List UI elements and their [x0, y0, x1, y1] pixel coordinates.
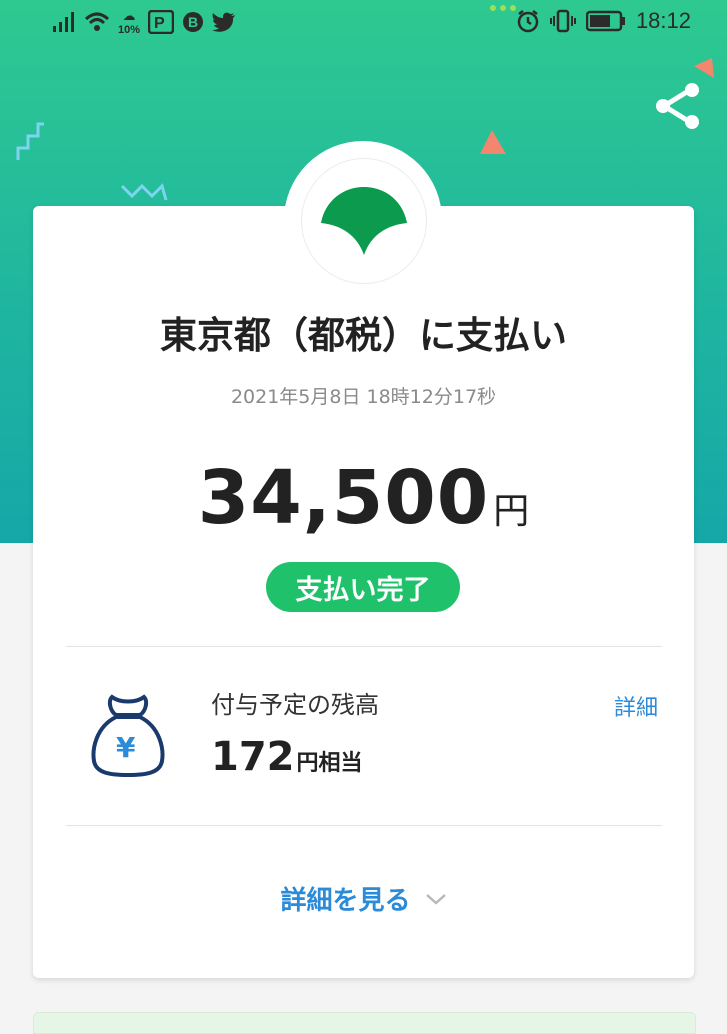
payment-datetime: 2021年5月8日 18時12分17秒: [230, 386, 497, 408]
svg-text:¥: ¥: [116, 731, 136, 764]
payment-title: 東京都（都税）に支払い: [160, 314, 567, 357]
merchant-logo: [301, 158, 427, 284]
amount-row: 34,500 円: [0, 455, 727, 541]
see-more-button[interactable]: 詳細を見る: [0, 880, 727, 917]
payment-amount: 34,500: [197, 455, 490, 541]
tokyo-ginkgo-logo-icon: [321, 187, 407, 255]
pending-balance-value: 172 円相当: [211, 734, 363, 780]
divider: [66, 825, 662, 826]
balance-detail-link[interactable]: 詳細: [614, 690, 658, 722]
amount-unit: 円: [493, 491, 530, 532]
next-card-peek: [33, 1012, 696, 1034]
pending-balance-label: 付与予定の残高: [211, 691, 379, 719]
payment-status-badge: 支払い完了: [266, 562, 460, 612]
money-bag-icon: ¥: [91, 694, 165, 778]
chevron-down-icon: [425, 893, 446, 905]
payment-status-label: 支払い完了: [295, 574, 431, 606]
pending-balance-number: 172: [211, 734, 295, 780]
divider: [66, 646, 662, 647]
see-more-label: 詳細を見る: [280, 886, 411, 916]
merchant-logo-frame: [284, 141, 442, 299]
pending-balance-unit: 円相当: [296, 751, 363, 776]
